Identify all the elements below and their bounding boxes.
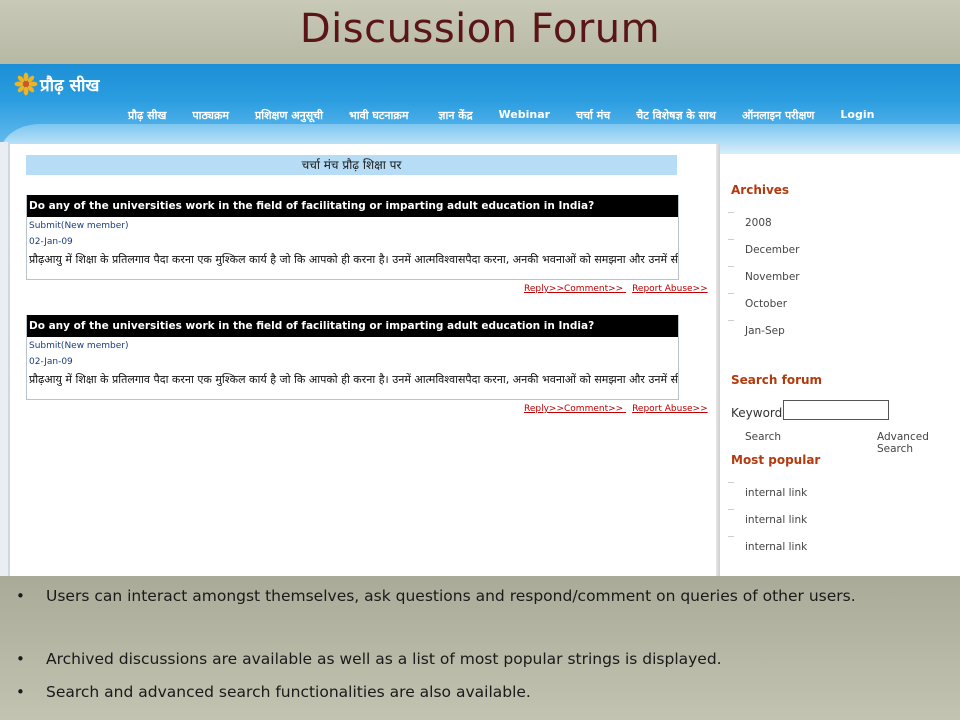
reply-comment-link[interactable]: Reply>>Comment>> [524, 284, 623, 294]
report-abuse-link[interactable]: Report Abuse>> [632, 284, 708, 294]
advanced-search-link[interactable]: Advanced Search [877, 431, 960, 455]
bullet-text: Archived discussions are available as we… [46, 650, 722, 668]
flower-logo-icon [14, 72, 38, 96]
post-submitter: Submit(New member) [29, 221, 129, 231]
nav-item-discussion-forum[interactable]: चर्चा मंच [576, 108, 624, 123]
archive-item-2008[interactable]: 2008 [745, 217, 772, 229]
post-actions: Reply>>Comment>> Report Abuse>> [518, 284, 708, 294]
most-popular-heading: Most popular [731, 453, 821, 467]
nav-item-knowledge-centre[interactable]: ज्ञान केंद्र [438, 108, 486, 123]
bullet-text: Users can interact amongst themselves, a… [46, 587, 856, 605]
archive-item-jan-sep[interactable]: Jan-Sep [745, 325, 785, 337]
report-abuse-link[interactable]: Report Abuse>> [632, 404, 708, 414]
divider [728, 482, 734, 483]
nav-item-syllabus[interactable]: पाठ्यक्रम [192, 108, 243, 123]
slide-title: Discussion Forum [299, 6, 661, 52]
sidebar-divider [716, 144, 720, 576]
popular-link[interactable]: internal link [745, 487, 807, 499]
keywords-input[interactable] [783, 400, 889, 420]
divider [728, 266, 734, 267]
post-date: 02-Jan-09 [29, 237, 73, 247]
reply-comment-link[interactable]: Reply>>Comment>> [524, 404, 623, 414]
post-body: प्रौढ़आयु में शिक्षा के प्रतिलगाव पैदा क… [29, 373, 678, 386]
nav-item-chat-expert[interactable]: चैट विशेषज्ञ के साथ [636, 108, 730, 123]
nav-item-home[interactable]: प्रौढ़ सीख [128, 108, 180, 123]
divider [728, 320, 734, 321]
divider [728, 239, 734, 240]
post-actions: Reply>>Comment>> Report Abuse>> [518, 404, 708, 414]
nav-item-training-schedule[interactable]: प्रशिक्षण अनुसूची [255, 108, 337, 123]
divider [728, 293, 734, 294]
nav-item-online-test[interactable]: ऑनलाइन परीक्षण [742, 108, 828, 123]
post-question[interactable]: Do any of the universities work in the f… [27, 315, 678, 337]
website-screenshot: प्रौढ़ सीख प्रौढ़ सीख पाठ्यक्रम प्रशिक्ष… [0, 64, 960, 576]
search-link[interactable]: Search [745, 431, 781, 443]
post-submitter: Submit(New member) [29, 341, 129, 351]
forum-banner: चर्चा मंच प्रौढ़ शिक्षा पर [26, 155, 677, 175]
bullet-point: • Search and advanced search functionali… [16, 680, 946, 705]
bullet-text: Search and advanced search functionaliti… [46, 683, 531, 701]
popular-link[interactable]: internal link [745, 541, 807, 553]
nav-item-webinar[interactable]: Webinar [499, 108, 565, 123]
keywords-label: Keywords [731, 406, 789, 420]
archive-item-december[interactable]: December [745, 244, 799, 256]
search-forum-heading: Search forum [731, 373, 823, 387]
post-question[interactable]: Do any of the universities work in the f… [27, 195, 678, 217]
nav-item-login[interactable]: Login [840, 108, 888, 123]
left-strip [0, 142, 8, 576]
bullet-dot: • [16, 587, 25, 605]
forum-post: Do any of the universities work in the f… [26, 315, 679, 400]
forum-post: Do any of the universities work in the f… [26, 195, 679, 280]
archive-item-october[interactable]: October [745, 298, 787, 310]
nav-item-upcoming-events[interactable]: भावी घटनाक्रम [349, 108, 422, 123]
post-body: प्रौढ़आयु में शिक्षा के प्रतिलगाव पैदा क… [29, 253, 678, 266]
popular-link[interactable]: internal link [745, 514, 807, 526]
bullet-point: • Archived discussions are available as … [16, 647, 946, 672]
logo-text: प्रौढ़ सीख [40, 75, 100, 96]
post-date: 02-Jan-09 [29, 357, 73, 367]
archive-item-november[interactable]: November [745, 271, 800, 283]
slide-bullets: • Users can interact amongst themselves,… [0, 576, 960, 720]
bullet-dot: • [16, 683, 25, 701]
bullet-dot: • [16, 650, 25, 668]
bullet-point: • Users can interact amongst themselves,… [16, 584, 946, 609]
divider [728, 212, 734, 213]
divider [728, 509, 734, 510]
divider [728, 536, 734, 537]
archives-heading: Archives [731, 183, 790, 197]
site-logo[interactable]: प्रौढ़ सीख [14, 72, 99, 96]
main-nav: प्रौढ़ सीख पाठ्यक्रम प्रशिक्षण अनुसूची भ… [128, 108, 928, 123]
